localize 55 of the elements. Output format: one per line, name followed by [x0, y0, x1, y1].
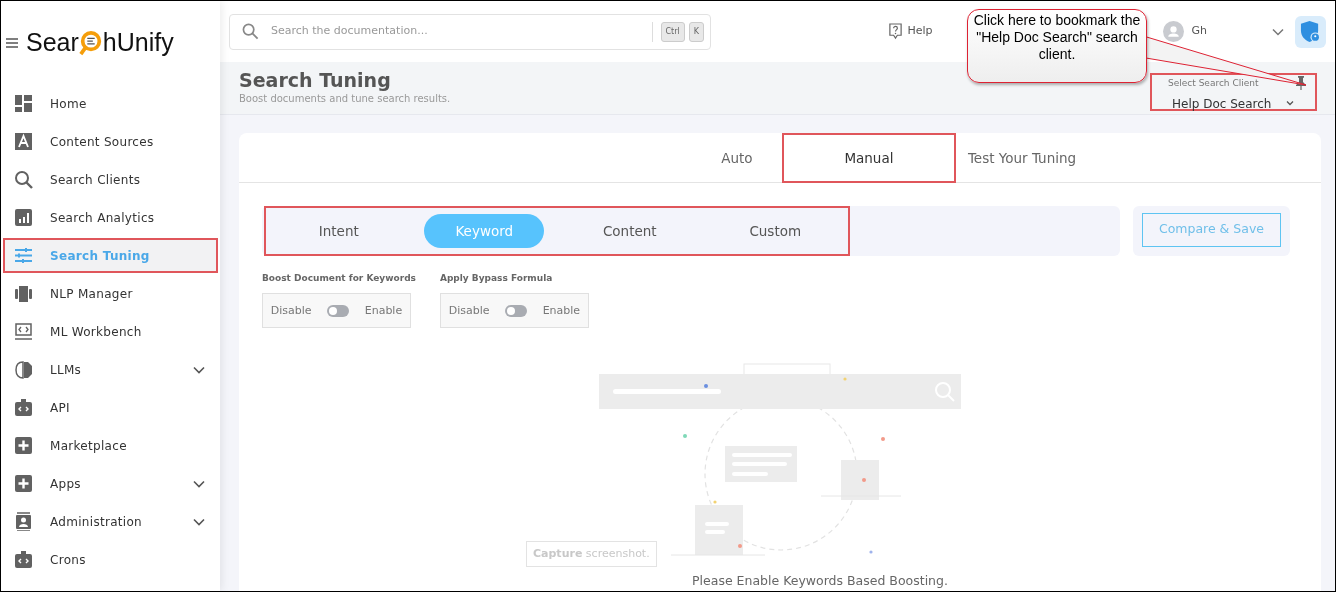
sidebar-item[interactable]: ML Workbench	[3, 314, 218, 349]
avatar-icon	[1162, 21, 1184, 43]
sidebar-item[interactable]: Content Sources	[3, 124, 218, 159]
sub-tab[interactable]: Intent	[278, 213, 399, 248]
bar-chart-icon	[14, 208, 33, 227]
sidebar-item[interactable]: API	[3, 390, 218, 425]
magnifier-logo-icon	[78, 30, 103, 56]
toggle-option: Enable	[542, 302, 581, 319]
plus-icon	[14, 474, 33, 493]
toggle-label: Apply Bypass Formula	[439, 271, 554, 285]
empty-state-message: Please Enable Keywords Based Boosting.	[691, 572, 949, 591]
tab[interactable]: Test Your Tuning	[955, 132, 1089, 183]
menu-icon[interactable]	[6, 38, 18, 48]
sub-tab[interactable]: Content	[569, 213, 690, 248]
sidebar-item[interactable]: Home	[3, 86, 218, 121]
sidebar-item[interactable]: Apps	[3, 466, 218, 501]
logo[interactable]: Sear hUnify	[26, 24, 174, 62]
toggle-option: Disable	[270, 302, 312, 319]
sidebar-item[interactable]: LLMs	[3, 352, 218, 387]
page-title: Search Tuning	[239, 70, 392, 92]
tab[interactable]: Manual	[781, 132, 956, 183]
sidebar-item[interactable]: Crons	[3, 542, 218, 577]
shield-icon	[1300, 20, 1321, 44]
person-card-icon	[14, 512, 33, 531]
toggle-switch[interactable]	[327, 304, 350, 317]
toggle-switch[interactable]	[505, 304, 528, 317]
key-cap: K	[688, 21, 704, 42]
letter-tile-icon	[14, 132, 33, 151]
sidebar-item[interactable]: NLP Manager	[3, 276, 218, 311]
callout-bubble: Click here to bookmark the "Help Doc Search" search client.	[967, 9, 1147, 83]
plus-icon	[14, 436, 33, 455]
tab[interactable]: Auto	[691, 132, 782, 183]
sub-tab[interactable]: Custom	[715, 213, 836, 248]
grid-icon	[14, 94, 33, 113]
code-screen-icon	[14, 322, 33, 341]
help-icon	[888, 23, 904, 41]
code-box-icon	[14, 550, 33, 569]
toggle-label: Boost Document for Keywords	[262, 271, 416, 285]
sidebar-item[interactable]: Administration	[3, 504, 218, 539]
key-cap: Ctrl	[660, 21, 685, 42]
help-link[interactable]: Help	[888, 23, 933, 41]
search-icon	[14, 170, 33, 189]
toggle-option: Enable	[364, 302, 403, 319]
page-subtitle: Boost documents and tune search results.	[239, 92, 451, 107]
search-bar[interactable]: Search the documentation... Ctrl K	[229, 13, 711, 50]
sliders-icon	[14, 246, 33, 265]
sidebar-item[interactable]: Search Analytics	[3, 200, 218, 235]
sidebar-item[interactable]: Marketplace	[3, 428, 218, 463]
columns-icon	[14, 284, 33, 303]
code-box-icon	[14, 398, 33, 417]
shield-button[interactable]	[1295, 15, 1326, 48]
toggle-option: Disable	[448, 302, 490, 319]
sidebar-item[interactable]: Search Clients	[3, 162, 218, 197]
search-input[interactable]: Search the documentation...	[269, 22, 642, 41]
search-icon	[242, 23, 259, 41]
